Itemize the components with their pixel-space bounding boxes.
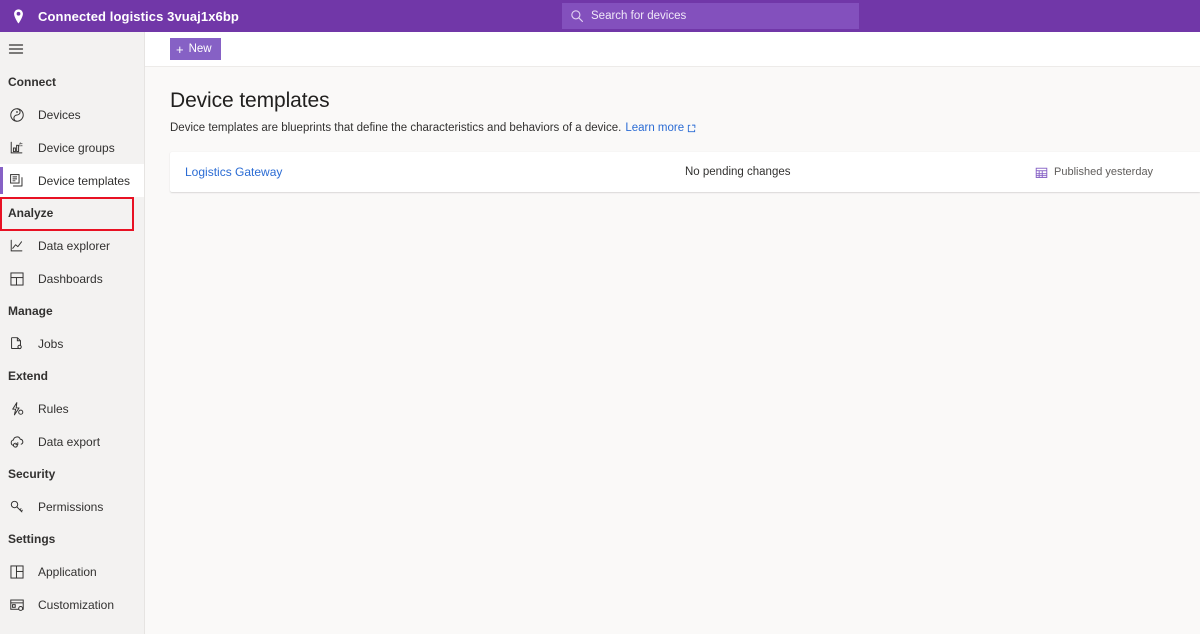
sidebar-item-label: Devices: [38, 108, 81, 122]
sidebar-item-data-explorer[interactable]: Data explorer: [0, 229, 144, 262]
location-pin-icon: [8, 6, 28, 26]
nav-group-label-manage: Manage: [0, 295, 144, 327]
learn-more-link[interactable]: Learn more: [625, 122, 696, 134]
top-bar: Connected logistics 3vuaj1x6bp: [0, 0, 1200, 32]
learn-more-label: Learn more: [625, 122, 684, 134]
nav-group-label-security: Security: [0, 458, 144, 490]
plus-icon: +: [176, 43, 184, 56]
new-button-label: New: [189, 43, 212, 55]
sidebar-item-label: Dashboards: [38, 272, 103, 286]
key-icon: [8, 498, 25, 515]
iot-central-app: Connected logistics 3vuaj1x6bp: [0, 0, 1200, 634]
sidebar-item-devices[interactable]: Devices: [0, 98, 144, 131]
menu-toggle-button[interactable]: [0, 32, 144, 66]
hamburger-menu-icon: [8, 41, 24, 57]
nav-group-label-settings: Settings: [0, 523, 144, 555]
line-chart-icon: [8, 237, 25, 254]
sidebar-item-label: Application: [38, 565, 97, 579]
sidebar-item-customization[interactable]: Customization: [0, 588, 144, 621]
external-link-icon: [687, 124, 696, 133]
sidebar-item-jobs[interactable]: Jobs: [0, 327, 144, 360]
sidebar: Connect Devices: [0, 32, 145, 634]
sidebar-item-device-groups[interactable]: Device groups: [0, 131, 144, 164]
template-status-cell: No pending changes: [685, 166, 1035, 178]
app-title: Connected logistics 3vuaj1x6bp: [38, 9, 239, 24]
nav-group-label-connect: Connect: [0, 66, 144, 98]
table-row[interactable]: Logistics Gateway No pending changes: [170, 152, 1200, 192]
sidebar-item-application[interactable]: Application: [0, 555, 144, 588]
nav-group-label-extend: Extend: [0, 360, 144, 392]
search-input[interactable]: [591, 10, 851, 22]
main-content: + New Device templates Device templates …: [145, 32, 1200, 634]
sidebar-item-label: Data export: [38, 435, 100, 449]
new-button[interactable]: + New: [170, 38, 221, 60]
sidebar-item-dashboards[interactable]: Dashboards: [0, 262, 144, 295]
global-search[interactable]: [562, 3, 859, 29]
body: Connect Devices: [0, 32, 1200, 634]
sidebar-item-data-export[interactable]: Data export: [0, 425, 144, 458]
sidebar-item-label: Data explorer: [38, 239, 110, 253]
rules-lightning-icon: [8, 400, 25, 417]
page-description-text: Device templates are blueprints that def…: [170, 122, 621, 134]
command-bar: + New: [145, 32, 1200, 67]
app-brand[interactable]: Connected logistics 3vuaj1x6bp: [0, 6, 239, 26]
template-name-cell: Logistics Gateway: [170, 163, 685, 181]
page-header: Device templates Device templates are bl…: [145, 67, 1200, 134]
search-icon: [570, 9, 584, 23]
sidebar-item-label: Customization: [38, 598, 114, 612]
device-templates-icon: [8, 172, 25, 189]
sidebar-item-label: Permissions: [38, 500, 103, 514]
sidebar-item-device-templates[interactable]: Device templates: [0, 164, 144, 197]
jobs-document-icon: [8, 335, 25, 352]
application-layout-icon: [8, 563, 25, 580]
devices-icon: [8, 106, 25, 123]
sidebar-item-permissions[interactable]: Permissions: [0, 490, 144, 523]
page-title: Device templates: [170, 89, 1200, 113]
template-name-link[interactable]: Logistics Gateway: [185, 165, 282, 179]
device-groups-icon: [8, 139, 25, 156]
sidebar-item-label: Device templates: [38, 174, 130, 188]
sidebar-item-label: Device groups: [38, 141, 115, 155]
published-label: Published yesterday: [1054, 166, 1153, 178]
customization-icon: [8, 596, 25, 613]
page-description: Device templates are blueprints that def…: [170, 122, 1200, 134]
sidebar-item-label: Rules: [38, 402, 69, 416]
template-published-cell: Published yesterday: [1035, 166, 1153, 179]
sidebar-item-rules[interactable]: Rules: [0, 392, 144, 425]
calendar-icon: [1035, 166, 1048, 179]
nav-group-label-analyze: Analyze: [0, 197, 144, 229]
device-templates-list: Logistics Gateway No pending changes: [145, 152, 1200, 192]
sidebar-item-label: Jobs: [38, 337, 63, 351]
dashboard-grid-icon: [8, 270, 25, 287]
cloud-export-icon: [8, 433, 25, 450]
